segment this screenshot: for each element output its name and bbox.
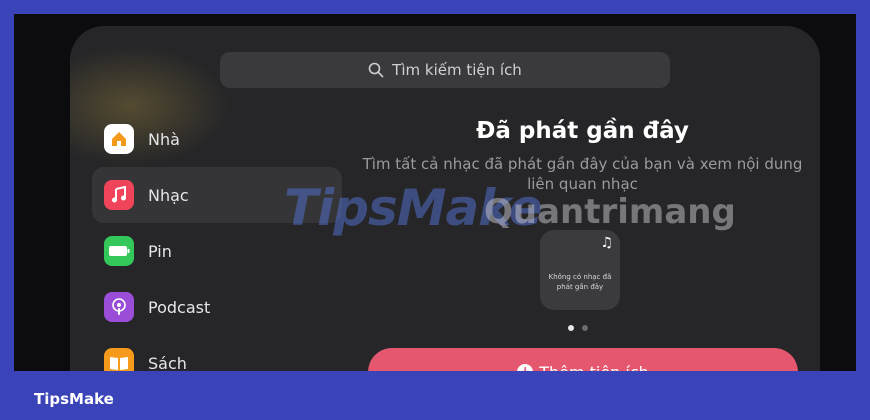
page-dot-active[interactable] [568, 325, 574, 331]
footer-brand: TipsMake [34, 390, 114, 408]
search-icon [368, 62, 384, 78]
widget-preview-text: Không có nhạc đã phát gần đây [548, 273, 612, 291]
screenshot-frame: Tìm kiếm tiện ích Nhà Nhạc Pin Podcast S… [14, 14, 856, 371]
widget-preview[interactable]: ♫ Không có nhạc đã phát gần đây [540, 230, 620, 310]
add-widget-label: Thêm tiện ích [539, 363, 649, 372]
home-icon [104, 124, 134, 154]
sidebar-item-books[interactable]: Sách [92, 335, 342, 371]
sidebar-item-podcast[interactable]: Podcast [92, 279, 342, 335]
battery-icon [104, 236, 134, 266]
footer-bar [0, 371, 870, 420]
sidebar-item-label: Nhạc [148, 185, 189, 205]
music-icon [104, 180, 134, 210]
widget-title: Đã phát gần đây [476, 118, 689, 144]
sidebar-item-label: Podcast [148, 297, 211, 317]
sidebar-item-label: Nhà [148, 129, 180, 149]
book-icon [104, 348, 134, 371]
page-dot[interactable] [582, 325, 588, 331]
sidebar-item-home[interactable]: Nhà [92, 111, 342, 167]
add-widget-button[interactable]: + Thêm tiện ích [368, 348, 798, 371]
music-note-icon: ♫ [600, 235, 613, 251]
sidebar: Nhà Nhạc Pin Podcast Sách [92, 111, 342, 371]
sidebar-item-label: Sách [148, 353, 187, 372]
quantrimang-watermark: Quantrimang [484, 192, 736, 232]
page-indicator[interactable] [568, 325, 588, 331]
plus-icon: + [517, 364, 534, 371]
sidebar-item-label: Pin [148, 241, 172, 261]
podcast-icon [104, 292, 134, 322]
search-placeholder: Tìm kiếm tiện ích [392, 61, 522, 79]
search-bar[interactable]: Tìm kiếm tiện ích [220, 52, 670, 88]
